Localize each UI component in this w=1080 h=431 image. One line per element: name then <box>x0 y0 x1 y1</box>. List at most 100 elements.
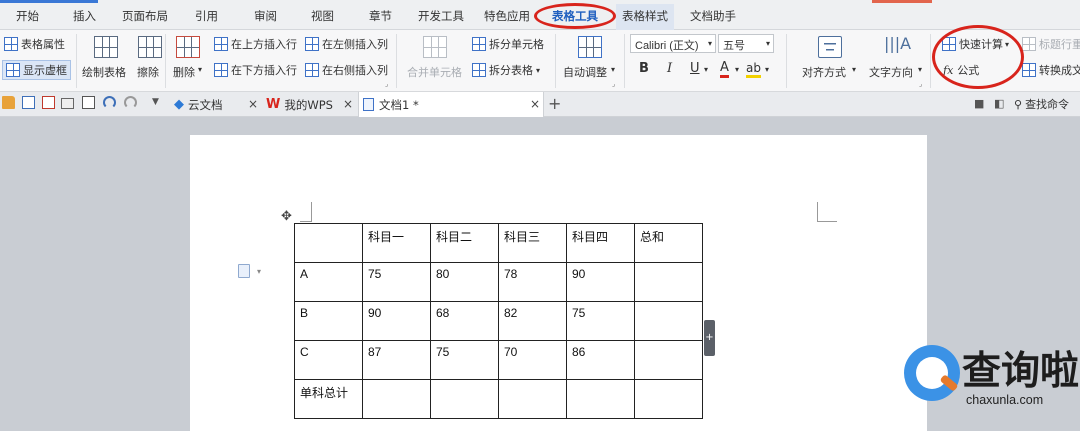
alignment-dropdown-button[interactable]: 对齐方式 <box>802 64 846 80</box>
share-icon[interactable]: ◧ <box>994 97 1004 110</box>
table-cell[interactable]: 75 <box>362 262 431 302</box>
tab-doc-assistant[interactable]: 文档助手 <box>690 8 736 26</box>
table-cell[interactable] <box>566 379 635 419</box>
tab-featured-apps[interactable]: 特色应用 <box>484 8 530 26</box>
table-cell[interactable]: 70 <box>498 340 567 380</box>
tab-insert[interactable]: 插入 <box>73 8 96 26</box>
font-color-button[interactable]: A <box>720 60 729 78</box>
table-cell[interactable] <box>498 379 567 419</box>
draw-table-button[interactable]: 绘制表格 <box>82 64 126 80</box>
insert-column-left-button[interactable]: 在左侧插入列 <box>305 34 388 54</box>
table-cell[interactable]: B <box>294 301 363 341</box>
tab-table-tools[interactable]: 表格工具 <box>552 8 598 26</box>
table-cell[interactable]: 80 <box>430 262 499 302</box>
dialog-launcher-icon[interactable]: ⌟ <box>385 80 388 88</box>
table-header-cell[interactable]: 科目一 <box>362 223 431 263</box>
table-cell[interactable] <box>634 262 703 302</box>
table-cell[interactable]: 90 <box>362 301 431 341</box>
font-name-select[interactable]: Calibri (正文) ▾ <box>630 34 716 53</box>
table-cell[interactable]: 75 <box>430 340 499 380</box>
delete-icon[interactable] <box>176 36 200 58</box>
text-direction-icon[interactable]: |||A <box>884 34 911 53</box>
search-command-button[interactable]: ⚲ 查找命令 <box>1014 94 1069 114</box>
auto-fit-icon[interactable] <box>578 36 602 58</box>
close-icon[interactable]: × <box>343 97 353 111</box>
table-cell[interactable]: 82 <box>498 301 567 341</box>
table-properties-button[interactable]: 表格属性 <box>4 34 65 54</box>
merge-cells-button[interactable]: 合并单元格 <box>407 64 462 80</box>
open-folder-icon[interactable] <box>2 96 15 109</box>
dialog-launcher-icon[interactable]: ⌟ <box>612 80 615 88</box>
eraser-button[interactable]: 擦除 <box>137 64 159 80</box>
quick-access-chevron-down-icon[interactable]: ▼ <box>152 97 159 107</box>
table-cell[interactable]: 75 <box>566 301 635 341</box>
table-cell[interactable]: 90 <box>566 262 635 302</box>
table-header-cell[interactable]: 科目二 <box>430 223 499 263</box>
text-direction-dropdown-button[interactable]: 文字方向 <box>869 64 913 80</box>
table-header-cell[interactable]: 总和 <box>634 223 703 263</box>
table-header-cell[interactable]: 科目四 <box>566 223 635 263</box>
side-document-icon[interactable] <box>238 264 250 278</box>
close-icon[interactable]: × <box>530 97 540 111</box>
table-cell[interactable] <box>294 223 363 263</box>
tab-document-1[interactable]: 文档1 * <box>358 92 544 117</box>
undo-icon[interactable] <box>103 96 116 109</box>
table-cell[interactable] <box>634 379 703 419</box>
tab-references[interactable]: 引用 <box>195 8 218 26</box>
table-cell[interactable] <box>430 379 499 419</box>
table-cell[interactable]: 78 <box>498 262 567 302</box>
dialog-launcher-icon[interactable]: ⌟ <box>919 80 922 88</box>
convert-to-text-button[interactable]: 转换成文 <box>1022 60 1080 80</box>
delete-dropdown-button[interactable]: 删除 <box>173 64 195 80</box>
tab-my-wps[interactable]: W 我的WPS <box>262 92 356 117</box>
insert-row-below-button[interactable]: 在下方插入行 <box>214 60 297 80</box>
tab-chapter[interactable]: 章节 <box>369 8 392 26</box>
draw-table-icon[interactable] <box>94 36 118 58</box>
table-cell[interactable] <box>362 379 431 419</box>
table-header-cell[interactable]: 科目三 <box>498 223 567 263</box>
tab-view[interactable]: 视图 <box>311 8 334 26</box>
add-column-handle[interactable]: + <box>704 320 715 356</box>
merge-cells-icon[interactable] <box>423 36 447 58</box>
table-cell[interactable] <box>634 340 703 380</box>
tab-table-style[interactable]: 表格样式 <box>616 4 674 30</box>
formula-button[interactable]: fx 公式 <box>943 60 979 80</box>
underline-button[interactable]: U <box>690 61 700 76</box>
print-preview-icon[interactable] <box>82 96 95 109</box>
redo-icon[interactable] <box>124 96 137 109</box>
table-cell[interactable]: 单科总计 <box>294 379 363 419</box>
close-icon[interactable]: × <box>248 97 258 111</box>
split-table-button[interactable]: 拆分表格 ▾ <box>472 60 540 80</box>
title-row-repeat-button[interactable]: 标题行重 <box>1022 34 1080 54</box>
score-table[interactable]: 科目一 科目二 科目三 科目四 总和 A 75 80 78 90 B 90 68… <box>294 223 703 419</box>
split-cells-button[interactable]: 拆分单元格 <box>472 34 544 54</box>
bold-button[interactable]: B <box>639 61 649 76</box>
screen-icon[interactable]: ■ <box>974 97 984 110</box>
tab-page-layout[interactable]: 页面布局 <box>122 8 168 26</box>
alignment-icon[interactable] <box>818 36 842 58</box>
highlight-button[interactable]: ab <box>746 61 761 78</box>
document-page[interactable]: ✥ ▾ 科目一 科目二 科目三 科目四 总和 A 75 80 78 90 B 9… <box>190 135 927 431</box>
export-pdf-icon[interactable] <box>42 96 55 109</box>
font-size-select[interactable]: 五号 ▾ <box>718 34 774 53</box>
table-cell[interactable] <box>634 301 703 341</box>
save-icon[interactable] <box>22 96 35 109</box>
table-cell[interactable]: 86 <box>566 340 635 380</box>
table-cell[interactable]: A <box>294 262 363 302</box>
insert-row-above-button[interactable]: 在上方插入行 <box>214 34 297 54</box>
tab-developer[interactable]: 开发工具 <box>418 8 464 26</box>
show-gridlines-button[interactable]: 显示虚框 <box>2 60 71 80</box>
table-move-handle-icon[interactable]: ✥ <box>281 210 295 224</box>
eraser-icon[interactable] <box>138 36 162 58</box>
tab-review[interactable]: 审阅 <box>254 8 277 26</box>
print-icon[interactable] <box>61 98 74 109</box>
tab-home[interactable]: 开始 <box>16 8 39 26</box>
table-cell[interactable]: C <box>294 340 363 380</box>
auto-fit-dropdown-button[interactable]: 自动调整 <box>563 64 607 80</box>
table-cell[interactable]: 68 <box>430 301 499 341</box>
quick-calc-button[interactable]: 快速计算 ▾ <box>942 34 1009 54</box>
new-tab-plus-icon[interactable]: + <box>548 94 561 113</box>
table-cell[interactable]: 87 <box>362 340 431 380</box>
italic-button[interactable]: I <box>667 61 672 76</box>
side-document-chevron-down-icon[interactable]: ▾ <box>257 267 261 276</box>
